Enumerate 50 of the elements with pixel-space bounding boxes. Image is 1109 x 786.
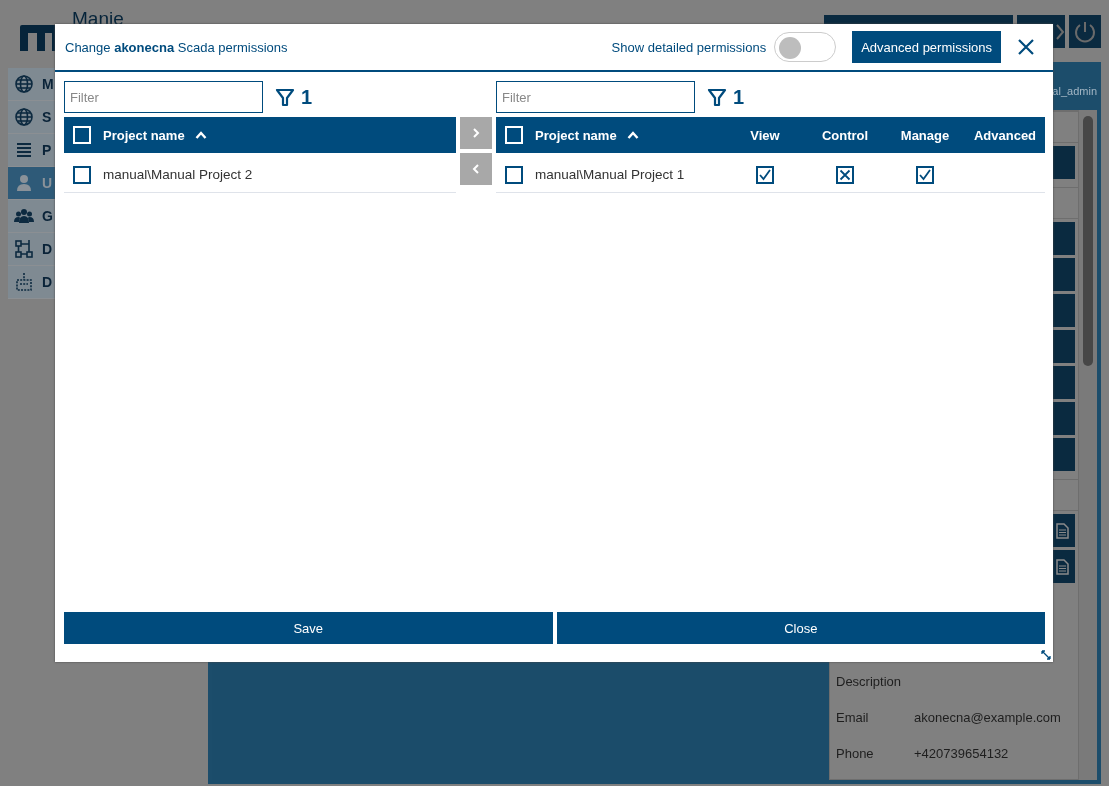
- globe-icon: [14, 74, 34, 94]
- user-label: al_admin: [1052, 85, 1097, 97]
- document-icon[interactable]: [1056, 522, 1069, 539]
- globe-icon: [14, 107, 34, 127]
- dialog-title: Change akonecna Scada permissions: [65, 39, 288, 55]
- field-label: Phone: [836, 745, 875, 761]
- column-header[interactable]: View: [750, 127, 780, 143]
- chevron-right-icon: [1055, 22, 1065, 41]
- document-icon[interactable]: [1056, 558, 1069, 575]
- resize-icon[interactable]: [1041, 650, 1051, 660]
- column-header[interactable]: Project name: [535, 127, 617, 143]
- toggle-switch[interactable]: [774, 32, 837, 62]
- dialog-button[interactable]: Save: [64, 612, 553, 644]
- filter-count: 1: [301, 85, 313, 109]
- scrollbar[interactable]: [1079, 110, 1097, 780]
- field-label: Description: [836, 673, 903, 689]
- filter-field[interactable]: Filter: [64, 81, 263, 113]
- filter-icon[interactable]: [707, 87, 727, 107]
- field-value: akonecna@example.com: [914, 709, 1061, 725]
- device-icon: [14, 272, 34, 292]
- project-name: manual\Manual Project 1: [535, 167, 685, 182]
- column-header[interactable]: Project name: [103, 127, 185, 143]
- list-icon: [14, 140, 34, 160]
- column-header[interactable]: Advanced: [973, 127, 1037, 143]
- advanced-permissions-button[interactable]: Advanced permissions: [852, 31, 1001, 63]
- user-icon: [14, 173, 34, 193]
- group-icon: [14, 206, 34, 226]
- project-name: manual\Manual Project 2: [103, 167, 253, 182]
- close-icon: [1016, 37, 1036, 57]
- power-button[interactable]: [1069, 15, 1101, 48]
- sort-caret-icon[interactable]: [626, 131, 639, 139]
- field-label: Email: [836, 709, 870, 725]
- chevron-left-icon: [472, 164, 480, 174]
- filter-icon[interactable]: [275, 87, 295, 107]
- checkmark-checkbox[interactable]: [756, 165, 774, 184]
- sort-caret-icon[interactable]: [194, 131, 207, 139]
- column-header[interactable]: Control: [821, 127, 869, 143]
- power-icon: [1073, 19, 1097, 44]
- toggle-label: Show detailed permissions: [611, 39, 767, 55]
- field-value: +420739654132: [914, 745, 1009, 761]
- filter-field[interactable]: Filter: [496, 81, 695, 113]
- filter-count: 1: [733, 85, 745, 109]
- cross-checkbox[interactable]: [836, 165, 854, 184]
- chevron-right-icon: [472, 128, 480, 138]
- diagram-icon: [14, 239, 34, 259]
- checkbox[interactable]: [505, 165, 523, 184]
- checkbox[interactable]: [73, 165, 91, 184]
- checkmark-checkbox[interactable]: [916, 165, 934, 184]
- column-header[interactable]: Manage: [900, 127, 950, 143]
- dialog-button[interactable]: Close: [556, 612, 1045, 644]
